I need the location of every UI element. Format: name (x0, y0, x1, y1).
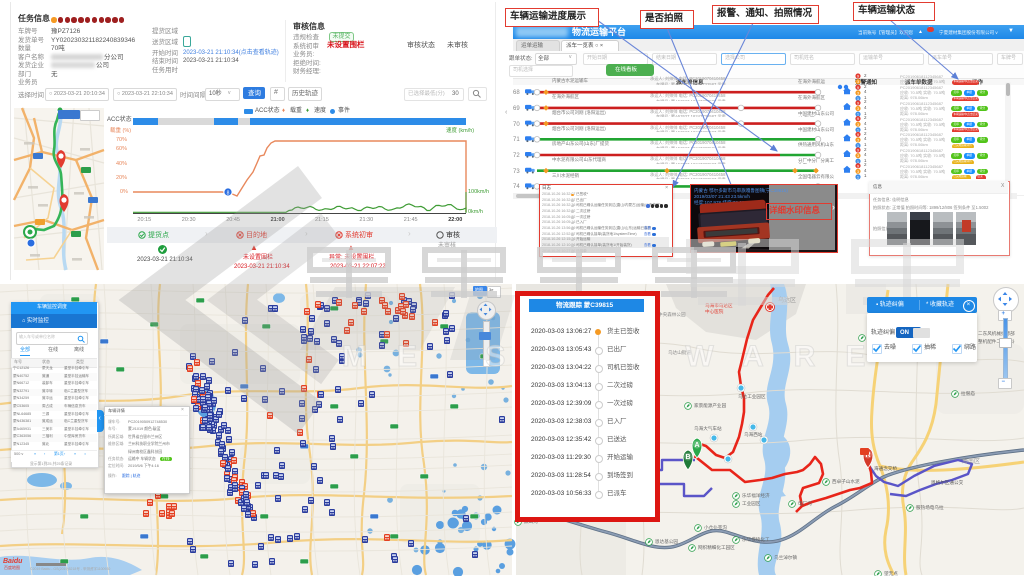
svg-text:内蒙古 鄂尔多斯市乌审旗嘎鲁图镇(宁C39815): 内蒙古 鄂尔多斯市乌审旗嘎鲁图镇(宁C39815) (694, 187, 788, 194)
svg-text:2019/03/07 21:43 23.5km/h: 2019/03/07 21:43 23.5km/h (694, 194, 750, 199)
